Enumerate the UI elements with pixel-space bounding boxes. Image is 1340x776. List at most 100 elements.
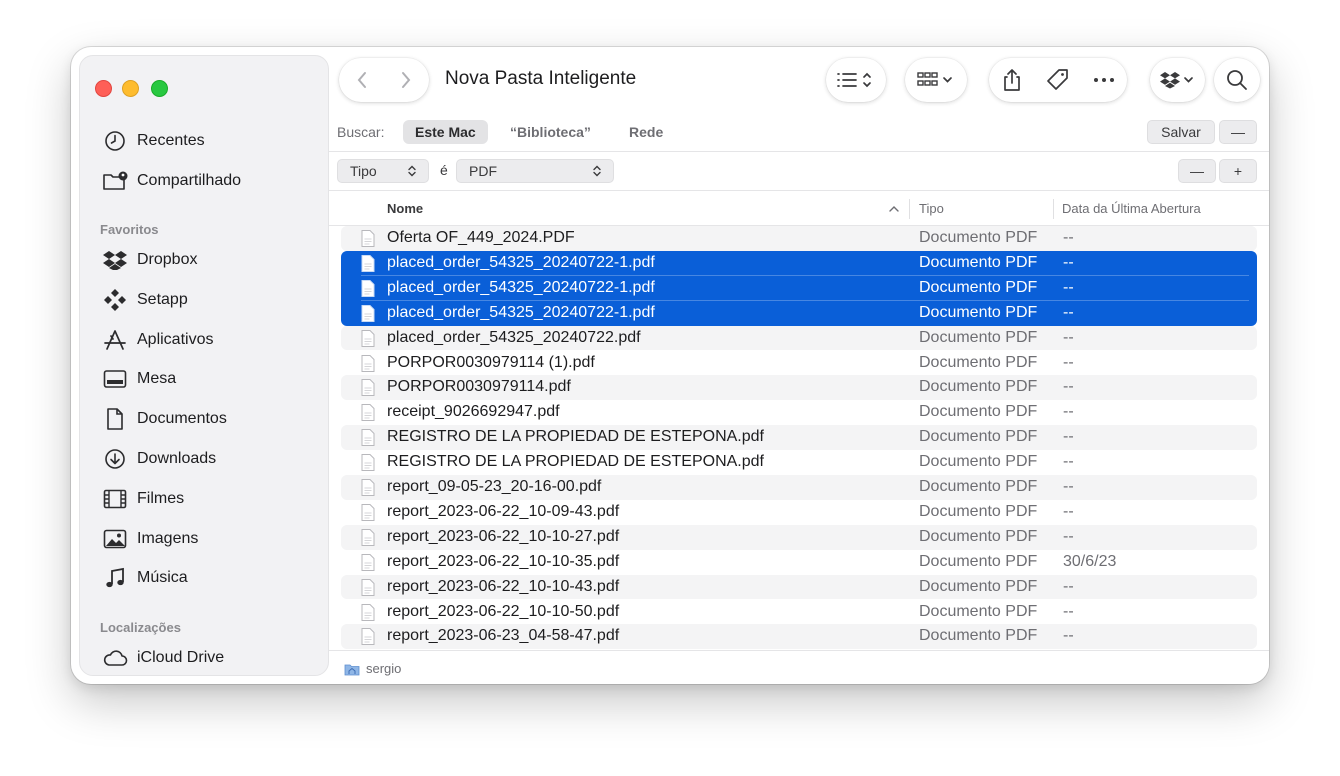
scope-biblioteca[interactable]: “Biblioteca” — [498, 120, 603, 144]
file-name: receipt_9026692947.pdf — [387, 403, 560, 421]
file-row[interactable]: placed_order_54325_20240722-1.pdf Documen… — [341, 250, 1257, 276]
add-criteria-button[interactable]: + — [1219, 159, 1257, 183]
scope-este-mac[interactable]: Este Mac — [403, 120, 488, 144]
sidebar: Recentes Compartilhado Favoritos Dropbox… — [79, 55, 329, 676]
forward-button[interactable] — [384, 71, 428, 89]
sidebar-item-icloud-drive[interactable]: iCloud Drive — [102, 643, 312, 673]
file-type: Documento PDF — [919, 253, 1038, 271]
column-name-header[interactable]: Nome — [387, 201, 423, 216]
dropbox-menu-button[interactable] — [1150, 58, 1205, 102]
file-name: placed_order_54325_20240722-1.pdf — [387, 303, 655, 321]
file-date: -- — [1063, 453, 1074, 471]
column-type-header[interactable]: Tipo — [919, 201, 944, 216]
file-row[interactable]: REGISTRO DE LA PROPIEDAD DE ESTEPONA.pdf… — [341, 425, 1257, 451]
criteria-row: Tipo é PDF — + — [329, 153, 1269, 189]
sidebar-item-downloads[interactable]: Downloads — [102, 444, 312, 474]
back-button[interactable] — [340, 71, 384, 89]
file-name: report_2023-06-22_10-10-43.pdf — [387, 577, 620, 595]
search-label: Buscar: — [337, 124, 385, 140]
file-type: Documento PDF — [919, 229, 1038, 246]
file-name: PORPOR0030979114 (1).pdf — [387, 353, 595, 371]
sidebar-section-favoritos: Favoritos — [100, 222, 159, 237]
scope-rede[interactable]: Rede — [617, 120, 675, 144]
sidebar-item-setapp[interactable]: Setapp — [102, 285, 312, 315]
remove-search-button[interactable]: — — [1219, 120, 1257, 144]
sidebar-item-musica[interactable]: Música — [102, 563, 312, 593]
sidebar-item-compartilhado[interactable]: Compartilhado — [102, 166, 312, 196]
zoom-window-button[interactable] — [151, 80, 168, 97]
file-row[interactable]: report_2023-06-22_10-10-50.pdf Documento … — [341, 600, 1257, 625]
file-date: -- — [1063, 353, 1074, 371]
file-row[interactable]: report_2023-06-23_04-58-47.pdf Documento … — [341, 624, 1257, 650]
column-date-header[interactable]: Data da Última Abertura — [1062, 201, 1201, 216]
path-item[interactable]: sergio — [366, 661, 401, 676]
minimize-window-button[interactable] — [122, 80, 139, 97]
film-icon — [102, 487, 128, 511]
file-name: report_2023-06-22_10-10-35.pdf — [387, 552, 620, 570]
pdf-file-icon — [361, 454, 375, 472]
search-scope-bar: Buscar: Este Mac “Biblioteca” Rede Salva… — [329, 115, 1269, 151]
navigation-buttons — [339, 58, 429, 102]
file-row[interactable]: receipt_9026692947.pdf Documento PDF -- — [341, 400, 1257, 425]
file-type: Documento PDF — [919, 478, 1038, 495]
sidebar-section-localizacoes: Localizações — [100, 620, 181, 635]
sidebar-item-documentos[interactable]: Documentos — [102, 404, 312, 434]
save-search-button[interactable]: Salvar — [1147, 120, 1215, 144]
cloud-icon — [102, 646, 128, 670]
pdf-file-icon — [361, 230, 375, 247]
pdf-file-icon — [361, 329, 375, 347]
tag-icon — [1047, 69, 1068, 90]
file-row[interactable]: report_2023-06-22_10-10-43.pdf Documento … — [341, 574, 1257, 600]
file-row[interactable]: PORPOR0030979114.pdf Documento PDF -- — [341, 375, 1257, 401]
file-row[interactable]: placed_order_54325_20240722-1.pdf Documen… — [341, 300, 1257, 326]
grid-group-icon — [917, 72, 952, 86]
sidebar-item-filmes[interactable]: Filmes — [102, 484, 312, 514]
share-button[interactable] — [1001, 68, 1023, 92]
photo-icon — [102, 527, 128, 551]
sidebar-item-imagens[interactable]: Imagens — [102, 524, 312, 554]
file-row[interactable]: REGISTRO DE LA PROPIEDAD DE ESTEPONA.pdf… — [341, 450, 1257, 475]
dropbox-icon — [102, 248, 128, 272]
file-type: Documento PDF — [919, 627, 1038, 645]
file-row[interactable]: report_2023-06-22_10-10-27.pdf Documento … — [341, 524, 1257, 550]
sidebar-item-label: Imagens — [137, 530, 199, 547]
file-name: report_2023-06-22_10-10-27.pdf — [387, 527, 620, 545]
file-row[interactable]: report_2023-06-22_10-10-35.pdf Documento … — [341, 550, 1257, 575]
tag-button[interactable] — [1046, 68, 1070, 92]
value-select[interactable]: PDF — [456, 159, 614, 183]
path-bar: sergio — [329, 650, 1269, 684]
sort-ascending-icon — [889, 206, 899, 212]
file-row[interactable]: PORPOR0030979114 (1).pdf Documento PDF -- — [341, 351, 1257, 376]
file-row[interactable]: report_09-05-23_20-16-00.pdf Documento PD… — [341, 475, 1257, 500]
sidebar-item-dropbox[interactable]: Dropbox — [102, 245, 312, 275]
file-name: PORPOR0030979114.pdf — [387, 378, 571, 396]
file-type: Documento PDF — [919, 428, 1038, 446]
close-window-button[interactable] — [95, 80, 112, 97]
file-row[interactable]: report_2023-06-22_10-09-43.pdf Documento … — [341, 500, 1257, 525]
sidebar-item-label: Filmes — [137, 490, 185, 507]
view-options-button[interactable] — [826, 58, 886, 102]
file-date: -- — [1063, 403, 1074, 421]
file-type: Documento PDF — [919, 552, 1038, 570]
sidebar-item-label: Mesa — [137, 370, 177, 387]
file-type: Documento PDF — [919, 527, 1038, 545]
file-name: placed_order_54325_20240722-1.pdf — [387, 278, 655, 296]
file-type: Documento PDF — [919, 502, 1038, 520]
more-button[interactable] — [1093, 77, 1115, 83]
home-folder-icon — [344, 664, 360, 676]
sidebar-item-aplicativos[interactable]: Aplicativos — [102, 325, 312, 355]
remove-criteria-button[interactable]: — — [1178, 159, 1216, 183]
file-row[interactable]: placed_order_54325_20240722.pdf Documento… — [341, 325, 1257, 351]
file-row[interactable]: placed_order_54325_20240722-1.pdf Documen… — [341, 275, 1257, 301]
document-icon — [102, 407, 128, 431]
group-button[interactable] — [905, 58, 967, 102]
pdf-file-icon — [361, 279, 375, 297]
sidebar-item-mesa[interactable]: Mesa — [102, 364, 312, 394]
sidebar-item-recentes[interactable]: Recentes — [102, 126, 312, 156]
column-header: Nome Tipo Data da Última Abertura — [329, 191, 1269, 225]
file-row[interactable]: Oferta OF_449_2024.PDF Documento PDF -- — [341, 226, 1257, 251]
sidebar-item-label: iCloud Drive — [137, 649, 225, 666]
search-button[interactable] — [1214, 58, 1260, 102]
pdf-file-icon — [361, 354, 375, 372]
attribute-select[interactable]: Tipo — [337, 159, 429, 183]
